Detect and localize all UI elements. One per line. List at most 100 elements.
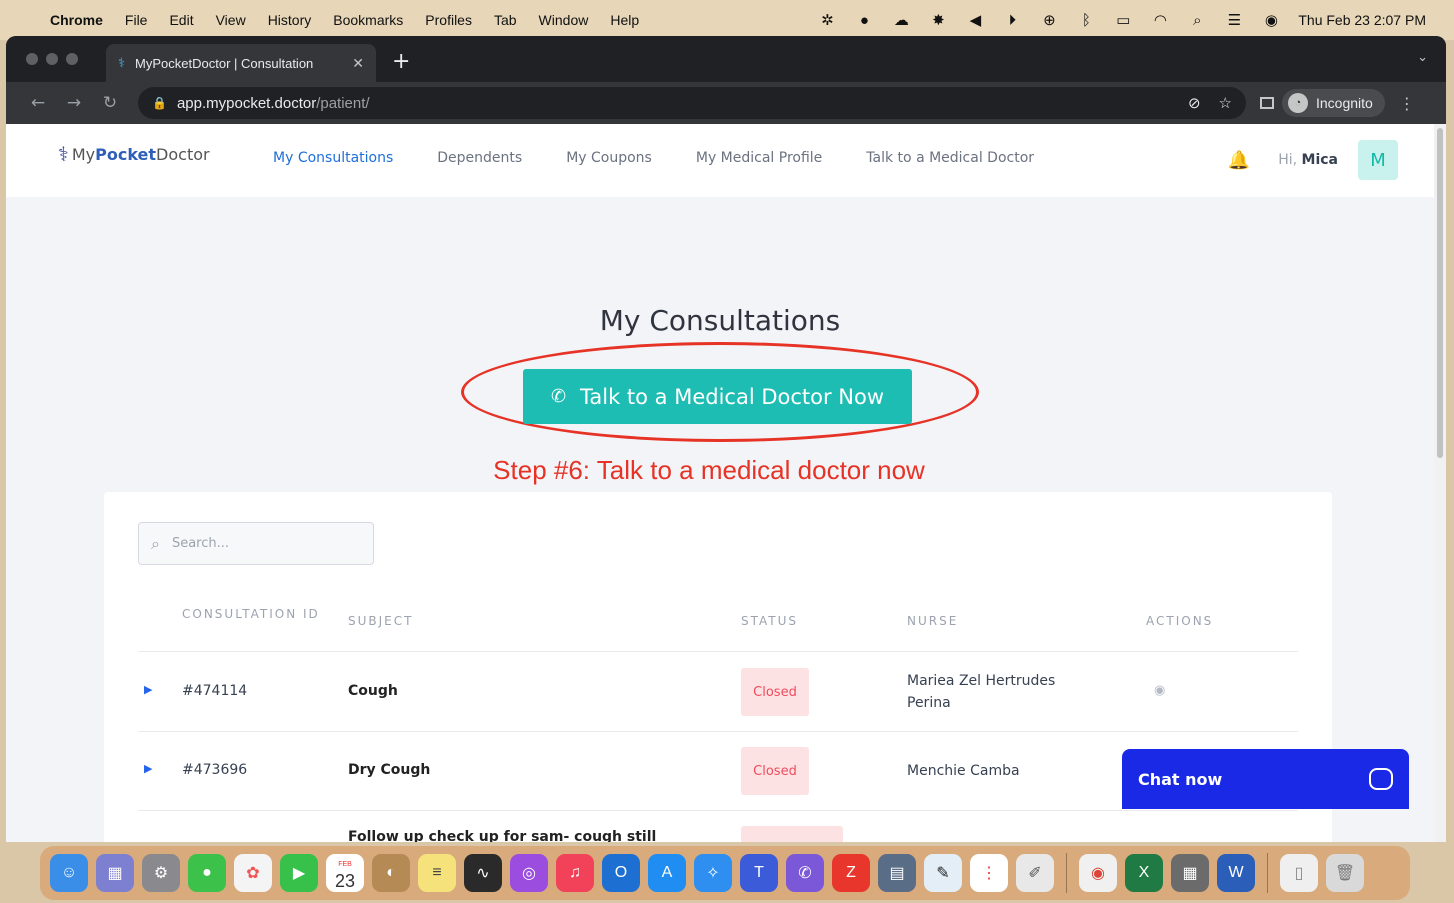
reminders-icon[interactable]: ⋮: [970, 854, 1008, 892]
expand-caret-icon[interactable]: ▶: [144, 762, 152, 775]
grammarly-icon[interactable]: ●: [854, 12, 874, 29]
messages-icon[interactable]: ●: [188, 854, 226, 892]
photos-icon[interactable]: ✿: [234, 854, 272, 892]
menu-app-name[interactable]: Chrome: [50, 12, 103, 28]
safari-icon[interactable]: ✧: [694, 854, 732, 892]
zoom-window-button[interactable]: [66, 53, 78, 65]
menu-window[interactable]: Window: [539, 12, 589, 28]
finder-icon[interactable]: ☺: [50, 854, 88, 892]
nav-my-medical-profile[interactable]: My Medical Profile: [696, 150, 822, 166]
launchpad-icon[interactable]: ▦: [96, 854, 134, 892]
podcasts-icon[interactable]: ◎: [510, 854, 548, 892]
stocks-icon[interactable]: ∿: [464, 854, 502, 892]
siri-icon[interactable]: ◉: [1261, 11, 1281, 29]
close-tab-icon[interactable]: ✕: [352, 55, 364, 72]
table-row[interactable]: Follow up check up for sam- cough still: [138, 811, 1298, 842]
facetime-icon[interactable]: ▶: [280, 854, 318, 892]
battery-icon[interactable]: ▭: [1113, 11, 1133, 29]
menu-profiles[interactable]: Profiles: [425, 12, 472, 28]
avatar[interactable]: M: [1358, 140, 1398, 180]
user-name: Mica: [1301, 152, 1338, 168]
document-icon[interactable]: ▯: [1280, 854, 1318, 892]
menu-view[interactable]: View: [216, 12, 246, 28]
nav-talk-to-doctor[interactable]: Talk to a Medical Doctor: [866, 150, 1034, 166]
play-icon[interactable]: ⏵: [1002, 12, 1022, 29]
address-bar[interactable]: 🔒 app.mypocket.doctor /patient/ ⊘ ☆: [138, 87, 1246, 119]
menu-edit[interactable]: Edit: [169, 12, 193, 28]
view-eye-icon[interactable]: ◉: [1154, 683, 1165, 698]
chrome-menu-icon[interactable]: ⋮: [1399, 94, 1415, 113]
word-icon[interactable]: W: [1217, 854, 1255, 892]
bell-icon[interactable]: 🔔: [1228, 150, 1250, 171]
chat-bubble-icon: [1369, 768, 1393, 790]
nav-my-consultations[interactable]: My Consultations: [273, 150, 393, 166]
minimize-window-button[interactable]: [46, 53, 58, 65]
col-consultation-id[interactable]: CONSULTATION ID: [182, 604, 322, 624]
page-scrollbar[interactable]: [1434, 124, 1446, 842]
search-input[interactable]: ⌕ Search...: [138, 522, 374, 565]
forward-button[interactable]: →: [56, 93, 92, 113]
new-tab-button[interactable]: +: [392, 49, 410, 74]
tab-active[interactable]: ⚕ MyPocketDoctor | Consultation ✕: [106, 44, 376, 82]
sun-icon[interactable]: ✸: [928, 11, 948, 29]
app-store-icon[interactable]: A: [648, 854, 686, 892]
nav-dependents[interactable]: Dependents: [437, 150, 522, 166]
system-preferences-icon[interactable]: ⚙: [142, 854, 180, 892]
col-nurse[interactable]: NURSE: [907, 614, 958, 628]
tray-app-icon[interactable]: ✲: [817, 11, 837, 29]
profile-area: ◔ Incognito: [1260, 89, 1385, 117]
excel-icon[interactable]: X: [1125, 854, 1163, 892]
menu-help[interactable]: Help: [610, 12, 639, 28]
site-logo[interactable]: ⚕ My Pocket Doctor: [58, 142, 210, 166]
col-status[interactable]: STATUS: [741, 614, 798, 628]
greeting-text: Hi,: [1278, 152, 1298, 168]
control-center-icon[interactable]: ☰: [1224, 11, 1244, 29]
table-row[interactable]: ▶ #474114 Cough Closed Mariea Zel Hertru…: [138, 653, 1298, 732]
site-favicon-icon: ⚕: [118, 55, 126, 70]
calculator-icon[interactable]: ▦: [1171, 854, 1209, 892]
trash-icon[interactable]: 🗑: [1326, 854, 1364, 892]
volume-icon[interactable]: ◀: [965, 11, 985, 29]
chat-now-button[interactable]: Chat now: [1122, 749, 1409, 809]
clock[interactable]: Thu Feb 23 2:07 PM: [1298, 12, 1426, 28]
status-badge: [741, 826, 843, 842]
contacts-icon[interactable]: ◐: [372, 854, 410, 892]
music-icon[interactable]: ♫: [556, 854, 594, 892]
calendar-icon[interactable]: FEB 23: [326, 854, 364, 892]
close-window-button[interactable]: [26, 53, 38, 65]
incognito-badge[interactable]: ◔ Incognito: [1282, 89, 1385, 117]
menu-history[interactable]: History: [268, 12, 312, 28]
back-button[interactable]: ←: [20, 93, 56, 113]
bookmark-star-icon[interactable]: ☆: [1219, 94, 1232, 112]
textedit-icon[interactable]: ✐: [1016, 854, 1054, 892]
col-subject[interactable]: SUBJECT: [348, 614, 413, 628]
spotlight-icon[interactable]: ⌕: [1187, 12, 1207, 29]
bluetooth-icon[interactable]: ᛒ: [1076, 12, 1096, 29]
wifi-icon[interactable]: ◠: [1150, 11, 1170, 29]
menu-file[interactable]: File: [125, 12, 148, 28]
teams-icon[interactable]: T: [740, 854, 778, 892]
tracking-blocked-icon[interactable]: ⊘: [1188, 94, 1201, 112]
menu-tab[interactable]: Tab: [494, 12, 517, 28]
chrome-icon[interactable]: ◉: [1079, 854, 1117, 892]
user-area: 🔔 Hi, Mica M: [1228, 140, 1398, 180]
notes-icon[interactable]: ≡: [418, 854, 456, 892]
outlook-icon[interactable]: O: [602, 854, 640, 892]
expand-caret-icon[interactable]: ▶: [144, 683, 152, 696]
anydesk-icon[interactable]: Z: [832, 854, 870, 892]
lock-icon[interactable]: 🔒: [152, 96, 167, 110]
nav-my-coupons[interactable]: My Coupons: [566, 150, 652, 166]
talk-to-doctor-button[interactable]: ✆ Talk to a Medical Doctor Now: [523, 369, 912, 424]
cloud-icon[interactable]: ☁: [891, 11, 911, 29]
side-panel-icon[interactable]: [1260, 97, 1274, 109]
consultation-subject: Follow up check up for sam- cough still: [348, 829, 657, 842]
status-badge: Closed: [741, 747, 809, 795]
tab-search-chevron-icon[interactable]: ⌄: [1417, 50, 1428, 65]
menu-bookmarks[interactable]: Bookmarks: [333, 12, 403, 28]
scrollbar-thumb[interactable]: [1437, 128, 1443, 458]
reload-button[interactable]: ↻: [92, 93, 128, 113]
kindle-icon[interactable]: ✎: [924, 854, 962, 892]
accessibility-icon[interactable]: ⊕: [1039, 11, 1059, 29]
viber-icon[interactable]: ✆: [786, 854, 824, 892]
preview-icon[interactable]: ▤: [878, 854, 916, 892]
